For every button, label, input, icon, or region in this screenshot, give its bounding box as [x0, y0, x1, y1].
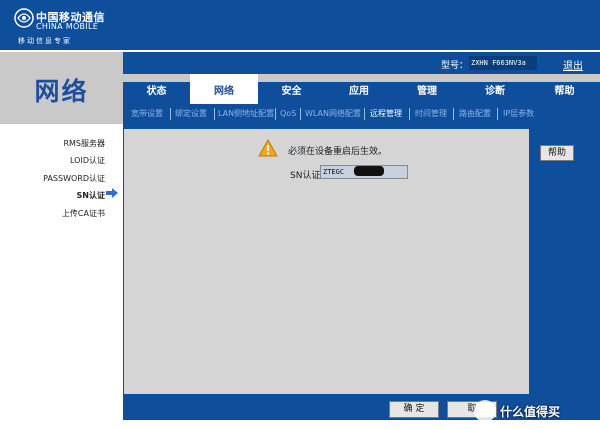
subnav-item-route[interactable]: 路由配置: [459, 107, 491, 121]
subnav-item-binding[interactable]: 绑定设置: [175, 107, 207, 121]
sub-navigation: 宽带设置 绑定设置 LAN侧地址配置 QoS WLAN网络配置 远程管理 时间管…: [123, 104, 600, 124]
subnav-item-qos[interactable]: QoS: [280, 107, 296, 121]
section-title-area: 网络: [0, 52, 123, 124]
model-value: ZXHN F663NV3a: [469, 56, 537, 70]
tab-security[interactable]: 安全: [258, 74, 325, 104]
subnav-separator: [214, 108, 215, 120]
tab-diagnosis[interactable]: 诊断: [461, 74, 529, 104]
china-mobile-logo: 中国移动通信 CHINA MOBILE 移动信息专家: [14, 8, 124, 45]
logo-slogan: 移动信息专家: [18, 37, 72, 45]
china-mobile-logo-icon: [14, 8, 34, 28]
tab-help[interactable]: 帮助: [529, 74, 600, 104]
left-menu: RMS服务器 LOID认证 PASSWORD认证 SN认证 上传CA证书: [0, 124, 123, 429]
subnav-item-remote[interactable]: 远程管理: [370, 107, 402, 121]
watermark-text: 什么值得买: [500, 405, 561, 419]
model-bar: 型号： ZXHN F663NV3a 退出: [123, 52, 600, 74]
tab-status[interactable]: 状态: [123, 74, 190, 104]
menu-item-sn[interactable]: SN认证: [77, 190, 105, 201]
watermark-logo-icon: [474, 400, 496, 422]
model-label: 型号：: [441, 61, 469, 71]
warning-message: 必须在设备重启后生效。: [288, 147, 388, 157]
subnav-separator: [275, 108, 276, 120]
menu-item-ca-cert[interactable]: 上传CA证书: [62, 208, 105, 219]
subnav-separator: [497, 108, 498, 120]
subnav-item-time[interactable]: 时间管理: [415, 107, 447, 121]
sn-auth-label: SN认证: [290, 171, 321, 181]
subnav-separator: [453, 108, 454, 120]
warning-icon: [258, 139, 278, 157]
subnav-item-lan[interactable]: LAN侧地址配置: [218, 107, 274, 121]
subnav-item-ip[interactable]: IP层参数: [503, 107, 534, 121]
menu-item-rms[interactable]: RMS服务器: [63, 138, 105, 149]
subnav-separator: [364, 108, 365, 120]
subnav-separator: [300, 108, 301, 120]
confirm-button[interactable]: 确 定: [389, 401, 439, 418]
subnav-separator: [409, 108, 410, 120]
subnav-item-broadband[interactable]: 宽带设置: [131, 107, 163, 121]
logo-en-text: CHINA MOBILE: [36, 22, 99, 31]
right-panel: [529, 129, 600, 394]
subnav-separator: [170, 108, 171, 120]
top-header: 中国移动通信 CHINA MOBILE 移动信息专家: [0, 0, 600, 50]
menu-item-password[interactable]: PASSWORD认证: [43, 173, 105, 184]
tab-management[interactable]: 管理: [393, 74, 461, 104]
tab-application[interactable]: 应用: [325, 74, 393, 104]
section-title: 网络: [34, 77, 89, 106]
content-panel: 必须在设备重启后生效。 SN认证 ZTEGC: [124, 129, 529, 394]
logout-link[interactable]: 退出: [563, 57, 583, 72]
help-button[interactable]: 帮助: [540, 145, 574, 161]
subnav-item-wlan[interactable]: WLAN网络配置: [305, 107, 361, 121]
tab-network[interactable]: 网络: [190, 74, 258, 104]
main-tabs: 状态 网络 安全 应用 管理 诊断 帮助: [123, 74, 600, 104]
redaction-mark: [354, 166, 384, 176]
menu-item-loid[interactable]: LOID认证: [70, 155, 105, 166]
site-watermark: 什么值得买: [474, 398, 600, 424]
active-arrow-icon: [106, 188, 118, 198]
